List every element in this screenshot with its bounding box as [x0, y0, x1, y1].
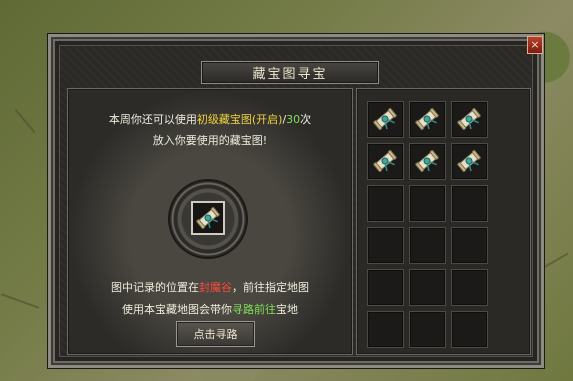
inventory-grid — [367, 101, 488, 348]
pathfinding-hint-text: 使用本宝藏地图会带你寻路前往宝地 — [122, 303, 298, 316]
treasure-info-panel: 本周你还可以使用初级藏宝图(开启)/30次 放入你要使用的藏宝图! 图中记录的位… — [67, 88, 353, 355]
inventory-slot[interactable] — [409, 227, 446, 264]
inventory-slot[interactable] — [409, 269, 446, 306]
inventory-slot[interactable] — [409, 311, 446, 348]
inventory-slot[interactable] — [367, 185, 404, 222]
find-path-button[interactable]: 点击寻路 — [176, 321, 255, 347]
inventory-slot[interactable] — [451, 311, 488, 348]
treasure-map-scroll-icon — [196, 207, 220, 229]
inventory-slot[interactable] — [367, 143, 404, 180]
treasure-map-scroll-icon — [373, 108, 397, 130]
inventory-slot[interactable] — [451, 269, 488, 306]
inventory-slot[interactable] — [367, 101, 404, 138]
inventory-slot[interactable] — [367, 311, 404, 348]
inventory-panel — [356, 88, 531, 355]
treasure-map-scroll-icon — [373, 150, 397, 172]
inventory-slot[interactable] — [451, 185, 488, 222]
treasure-map-scroll-icon — [457, 150, 481, 172]
treasure-map-scroll-icon — [415, 150, 439, 172]
inventory-slot[interactable] — [409, 185, 446, 222]
inventory-slot[interactable] — [367, 227, 404, 264]
window-title: 藏宝图寻宝 — [201, 61, 379, 84]
inventory-slot[interactable] — [451, 143, 488, 180]
inventory-slot[interactable] — [409, 101, 446, 138]
treasure-map-scroll-icon — [457, 108, 481, 130]
usage-count-text: 本周你还可以使用初级藏宝图(开启)/30次 — [108, 113, 312, 126]
inventory-slot[interactable] — [451, 227, 488, 264]
inventory-slot[interactable] — [409, 143, 446, 180]
treasure-map-scroll-icon — [415, 108, 439, 130]
close-button[interactable]: × — [527, 36, 543, 54]
inventory-slot[interactable] — [451, 101, 488, 138]
treasure-map-window: × 藏宝图寻宝 本周你还可以使用初级藏宝图(开启)/30次 放入你要使用的藏宝图… — [48, 34, 544, 368]
location-text: 图中记录的位置在封魔谷，前往指定地图 — [111, 281, 309, 294]
inventory-slot[interactable] — [367, 269, 404, 306]
map-insert-slot[interactable] — [191, 201, 225, 235]
insert-prompt-text: 放入你要使用的藏宝图! — [152, 134, 268, 147]
